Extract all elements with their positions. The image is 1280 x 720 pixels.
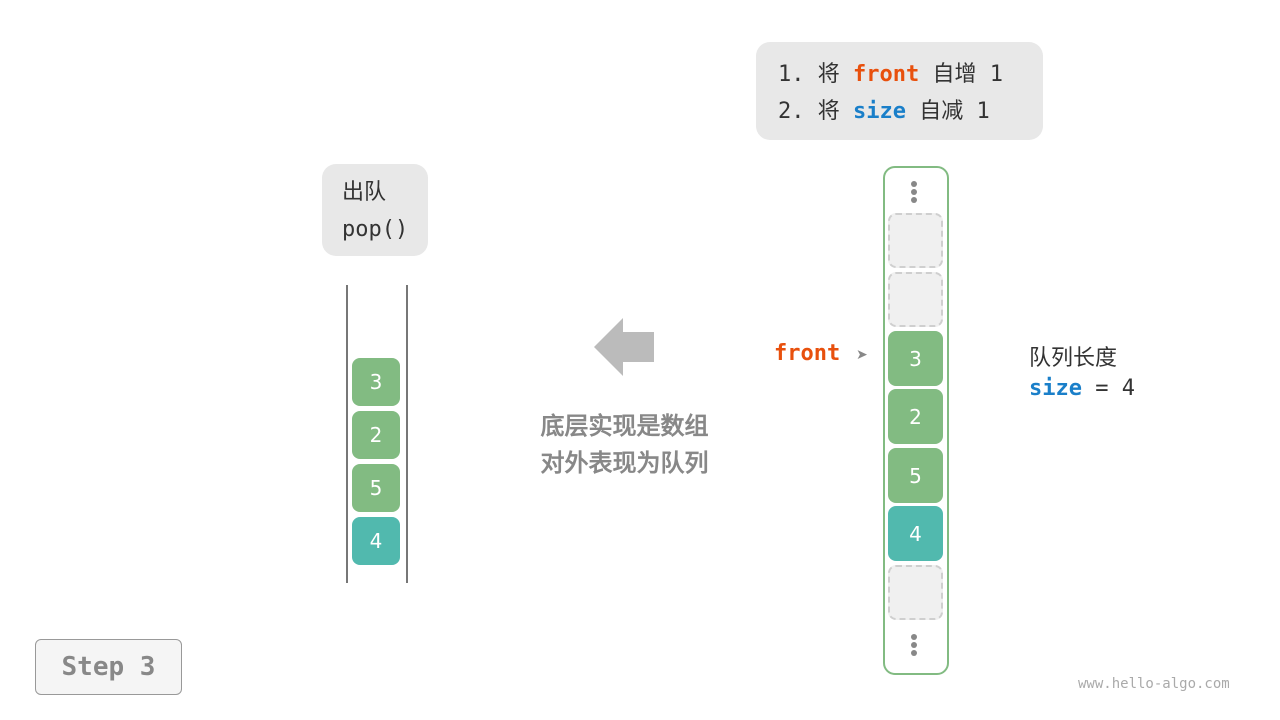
size-value: = 4 — [1081, 376, 1135, 401]
queue-item: 4 — [352, 517, 400, 565]
ellipsis-bottom-icon — [910, 634, 918, 658]
array-cell-empty — [888, 213, 943, 268]
note-line-1-suffix: 自增 1 — [919, 62, 1003, 87]
watermark: www.hello-algo.com — [1078, 676, 1230, 692]
note-line-1: 1. 将 front 自增 1 — [778, 56, 1043, 93]
queue-item: 3 — [352, 358, 400, 406]
ellipsis-top-icon — [910, 181, 918, 205]
pop-title: 出队 — [342, 180, 387, 205]
note-line-2: 2. 将 size 自减 1 — [778, 93, 1043, 130]
array-cell: 4 — [888, 506, 943, 561]
queue-length-value: size = 4 — [1029, 376, 1135, 401]
pop-label: 出队 pop() — [322, 164, 428, 256]
queue-left-wall — [346, 285, 348, 583]
queue-length-title: 队列长度 — [1029, 346, 1118, 371]
operation-note: 1. 将 front 自增 1 2. 将 size 自减 1 — [756, 42, 1043, 140]
caption-line-2: 对外表现为队列 — [540, 449, 709, 477]
size-keyword: size — [852, 99, 906, 124]
note-line-2-suffix: 自减 1 — [905, 99, 990, 124]
left-arrow-icon — [594, 318, 654, 376]
note-line-1-prefix: 1. 将 — [778, 62, 853, 87]
front-label: front — [774, 341, 841, 366]
queue-item: 5 — [352, 464, 400, 512]
caption-line-1: 底层实现是数组 — [540, 412, 709, 440]
queue-item: 2 — [352, 411, 400, 459]
front-pointer-icon: ➤ — [856, 347, 868, 363]
array-cell-empty — [888, 272, 943, 327]
front-keyword: front — [852, 62, 920, 87]
pop-method: pop() — [342, 217, 409, 242]
array-cell: 2 — [888, 389, 943, 444]
note-line-2-prefix: 2. 将 — [778, 99, 853, 124]
array-cell-empty — [888, 565, 943, 620]
array-cell: 5 — [888, 448, 943, 503]
size-keyword: size — [1029, 376, 1082, 401]
queue-right-wall — [406, 285, 408, 583]
caption: 底层实现是数组 对外表现为队列 — [522, 408, 727, 482]
array-cell: 3 — [888, 331, 943, 386]
step-indicator: Step 3 — [35, 639, 182, 695]
